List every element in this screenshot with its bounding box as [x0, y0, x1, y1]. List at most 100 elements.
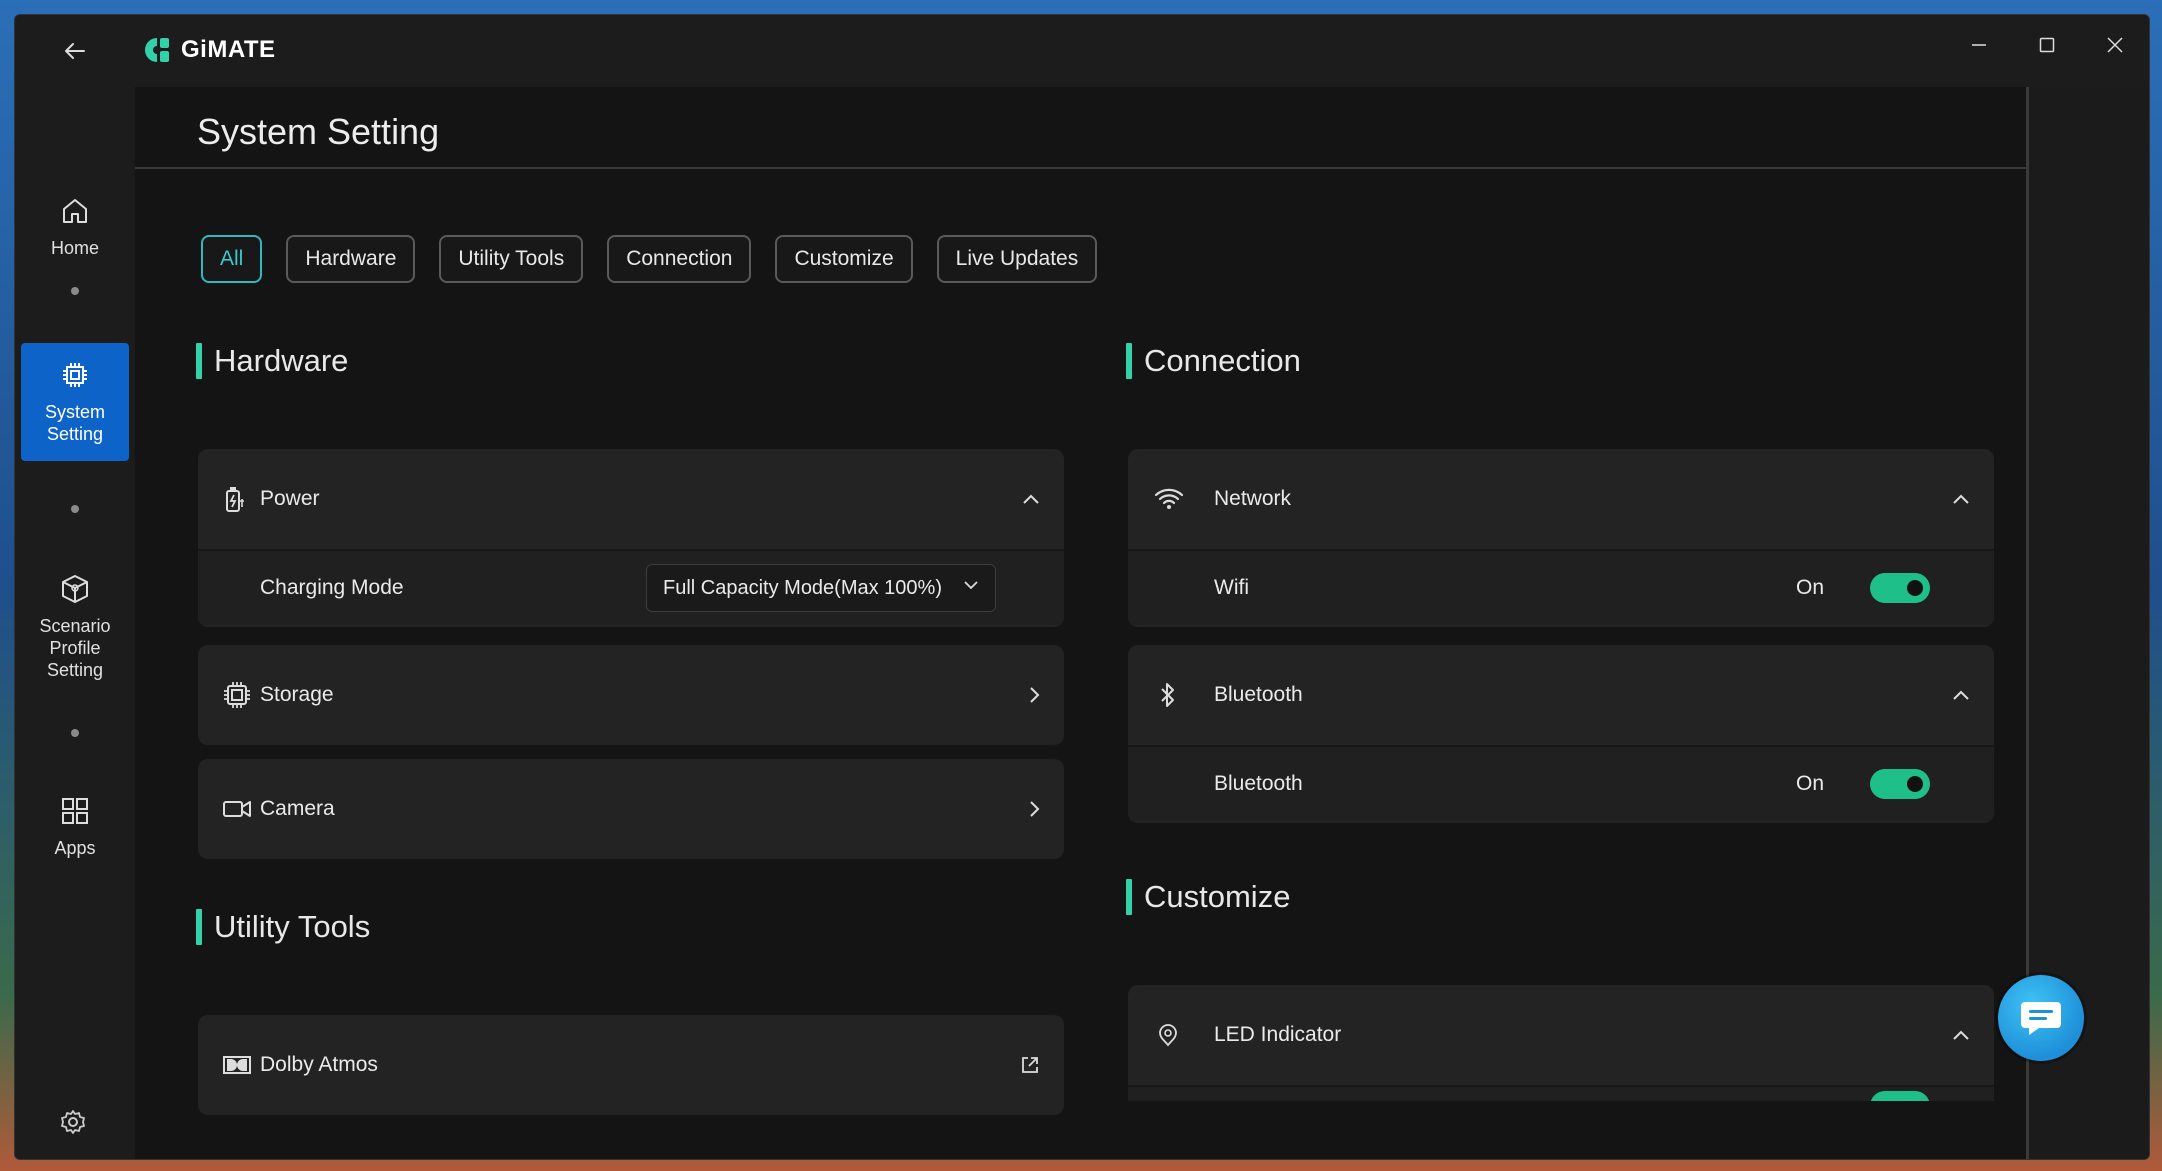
storage-label: Storage	[260, 683, 334, 706]
storage-chip-icon	[222, 680, 252, 710]
dolby-card[interactable]: Dolby Atmos	[198, 1015, 1064, 1115]
section-title-utility-tools: Utility Tools	[196, 909, 370, 945]
dolby-icon	[222, 1054, 252, 1076]
cube-icon	[59, 573, 91, 605]
chevron-up-icon[interactable]	[1952, 689, 1970, 701]
chevron-up-icon[interactable]	[1952, 493, 1970, 505]
bluetooth-row[interactable]: Bluetooth	[1128, 645, 1994, 745]
led-row[interactable]: LED Indicator	[1128, 985, 1994, 1085]
sidebar-item-scenario-profile[interactable]: Scenario Profile Setting	[21, 553, 129, 701]
page-header: System Setting	[135, 87, 2029, 169]
dolby-label: Dolby Atmos	[260, 1053, 378, 1076]
section-title-text: Utility Tools	[214, 909, 371, 944]
toggle-knob	[1907, 580, 1923, 596]
section-accent-bar	[196, 343, 202, 379]
charging-mode-value: Full Capacity Mode(Max 100%)	[663, 576, 942, 599]
section-title-connection: Connection	[1126, 343, 1301, 379]
chevron-down-icon	[963, 579, 979, 591]
close-button[interactable]	[2081, 15, 2149, 75]
minimize-button[interactable]	[1945, 15, 2013, 75]
bluetooth-label: Bluetooth	[1214, 683, 1303, 706]
wifi-toggle[interactable]	[1870, 573, 1930, 603]
storage-card[interactable]: Storage	[198, 645, 1064, 745]
sidebar-item-home[interactable]: Home	[21, 181, 129, 273]
sidebar-item-system-setting[interactable]: System Setting	[21, 343, 129, 461]
section-title-text: Hardware	[214, 343, 349, 378]
chevron-right-icon[interactable]	[1028, 686, 1040, 704]
section-title-customize: Customize	[1126, 879, 1290, 915]
app-name: GiMATE	[181, 36, 276, 63]
bluetooth-toggle-label: Bluetooth	[1214, 772, 1303, 795]
bluetooth-icon	[1158, 681, 1178, 709]
section-title-text: Connection	[1144, 343, 1301, 378]
nav-separator-dot	[71, 729, 79, 737]
wifi-toggle-group: On	[1796, 573, 1930, 603]
chevron-up-icon[interactable]	[1952, 1029, 1970, 1041]
sidebar: Home System Setting Scenario Profile Set…	[15, 87, 133, 1159]
chevron-right-icon[interactable]	[1028, 800, 1040, 818]
section-title-text: Customize	[1144, 879, 1291, 914]
filter-live-updates[interactable]: Live Updates	[936, 235, 1098, 283]
title-bar: GiMATE	[15, 15, 2149, 87]
wifi-label: Wifi	[1214, 576, 1249, 599]
camera-card[interactable]: Camera	[198, 759, 1064, 859]
sidebar-item-label: Home	[50, 238, 99, 258]
section-accent-bar	[196, 909, 202, 945]
back-button[interactable]	[53, 33, 97, 69]
nav-separator-dot	[71, 505, 79, 513]
gear-icon	[61, 1110, 85, 1134]
filter-customize[interactable]: Customize	[775, 235, 913, 283]
page-title: System Setting	[197, 111, 440, 152]
home-icon	[59, 195, 91, 227]
chat-icon	[2021, 1002, 2061, 1035]
settings-button[interactable]	[59, 1108, 87, 1141]
led-label: LED Indicator	[1214, 1023, 1342, 1046]
sidebar-item-apps[interactable]: Apps	[21, 777, 129, 877]
app-logo: GiMATE	[145, 35, 276, 65]
filter-utility-tools[interactable]: Utility Tools	[439, 235, 584, 283]
maximize-button[interactable]	[2013, 15, 2081, 75]
camera-label: Camera	[260, 797, 335, 820]
network-row[interactable]: Network	[1128, 449, 1994, 549]
maximize-icon	[2039, 37, 2055, 53]
minimize-icon	[1972, 44, 1986, 46]
chat-support-button[interactable]	[1998, 975, 2084, 1061]
charging-mode-dropdown[interactable]: Full Capacity Mode(Max 100%)	[646, 564, 996, 612]
chip-icon	[59, 359, 91, 391]
chevron-up-icon[interactable]	[1022, 493, 1040, 505]
power-card: Power Charging Mode Full Capacity Mode(M…	[198, 449, 1064, 627]
section-title-hardware: Hardware	[196, 343, 348, 379]
led-sub-row-partial	[1128, 1085, 1994, 1101]
sidebar-item-label: System Setting	[44, 402, 105, 444]
camera-icon	[222, 798, 252, 820]
sidebar-item-label: Scenario Profile Setting	[39, 616, 111, 680]
battery-charging-icon	[222, 485, 248, 513]
power-row[interactable]: Power	[198, 449, 1064, 549]
network-card: Network Wifi On	[1128, 449, 1994, 627]
wifi-icon	[1154, 487, 1184, 511]
charging-mode-row: Charging Mode Full Capacity Mode(Max 100…	[198, 549, 1064, 625]
gimate-logo-icon	[145, 38, 169, 62]
grid-icon	[59, 795, 91, 827]
nav-separator-dot	[71, 287, 79, 295]
external-link-icon[interactable]	[1020, 1055, 1040, 1075]
bluetooth-toggle-row: Bluetooth On	[1128, 745, 1994, 821]
bluetooth-toggle[interactable]	[1870, 769, 1930, 799]
app-window: GiMATE Home System Setting Scenario Prof…	[14, 14, 2150, 1160]
filter-hardware[interactable]: Hardware	[286, 235, 416, 283]
wifi-row: Wifi On	[1128, 549, 1994, 625]
filter-all[interactable]: All	[201, 235, 263, 283]
charging-mode-label: Charging Mode	[260, 576, 404, 599]
bluetooth-state-label: On	[1795, 772, 1824, 795]
filter-connection[interactable]: Connection	[607, 235, 752, 283]
toggle-knob	[1907, 776, 1923, 792]
window-controls	[1945, 15, 2149, 75]
dolby-row[interactable]: Dolby Atmos	[198, 1015, 1064, 1115]
led-toggle[interactable]	[1870, 1091, 1930, 1101]
bluetooth-card: Bluetooth Bluetooth On	[1128, 645, 1994, 823]
filter-tabs: All Hardware Utility Tools Connection Cu…	[201, 235, 1098, 283]
camera-row[interactable]: Camera	[198, 759, 1064, 859]
storage-row[interactable]: Storage	[198, 645, 1064, 745]
section-accent-bar	[1126, 879, 1132, 915]
led-card: LED Indicator	[1128, 985, 1994, 1101]
